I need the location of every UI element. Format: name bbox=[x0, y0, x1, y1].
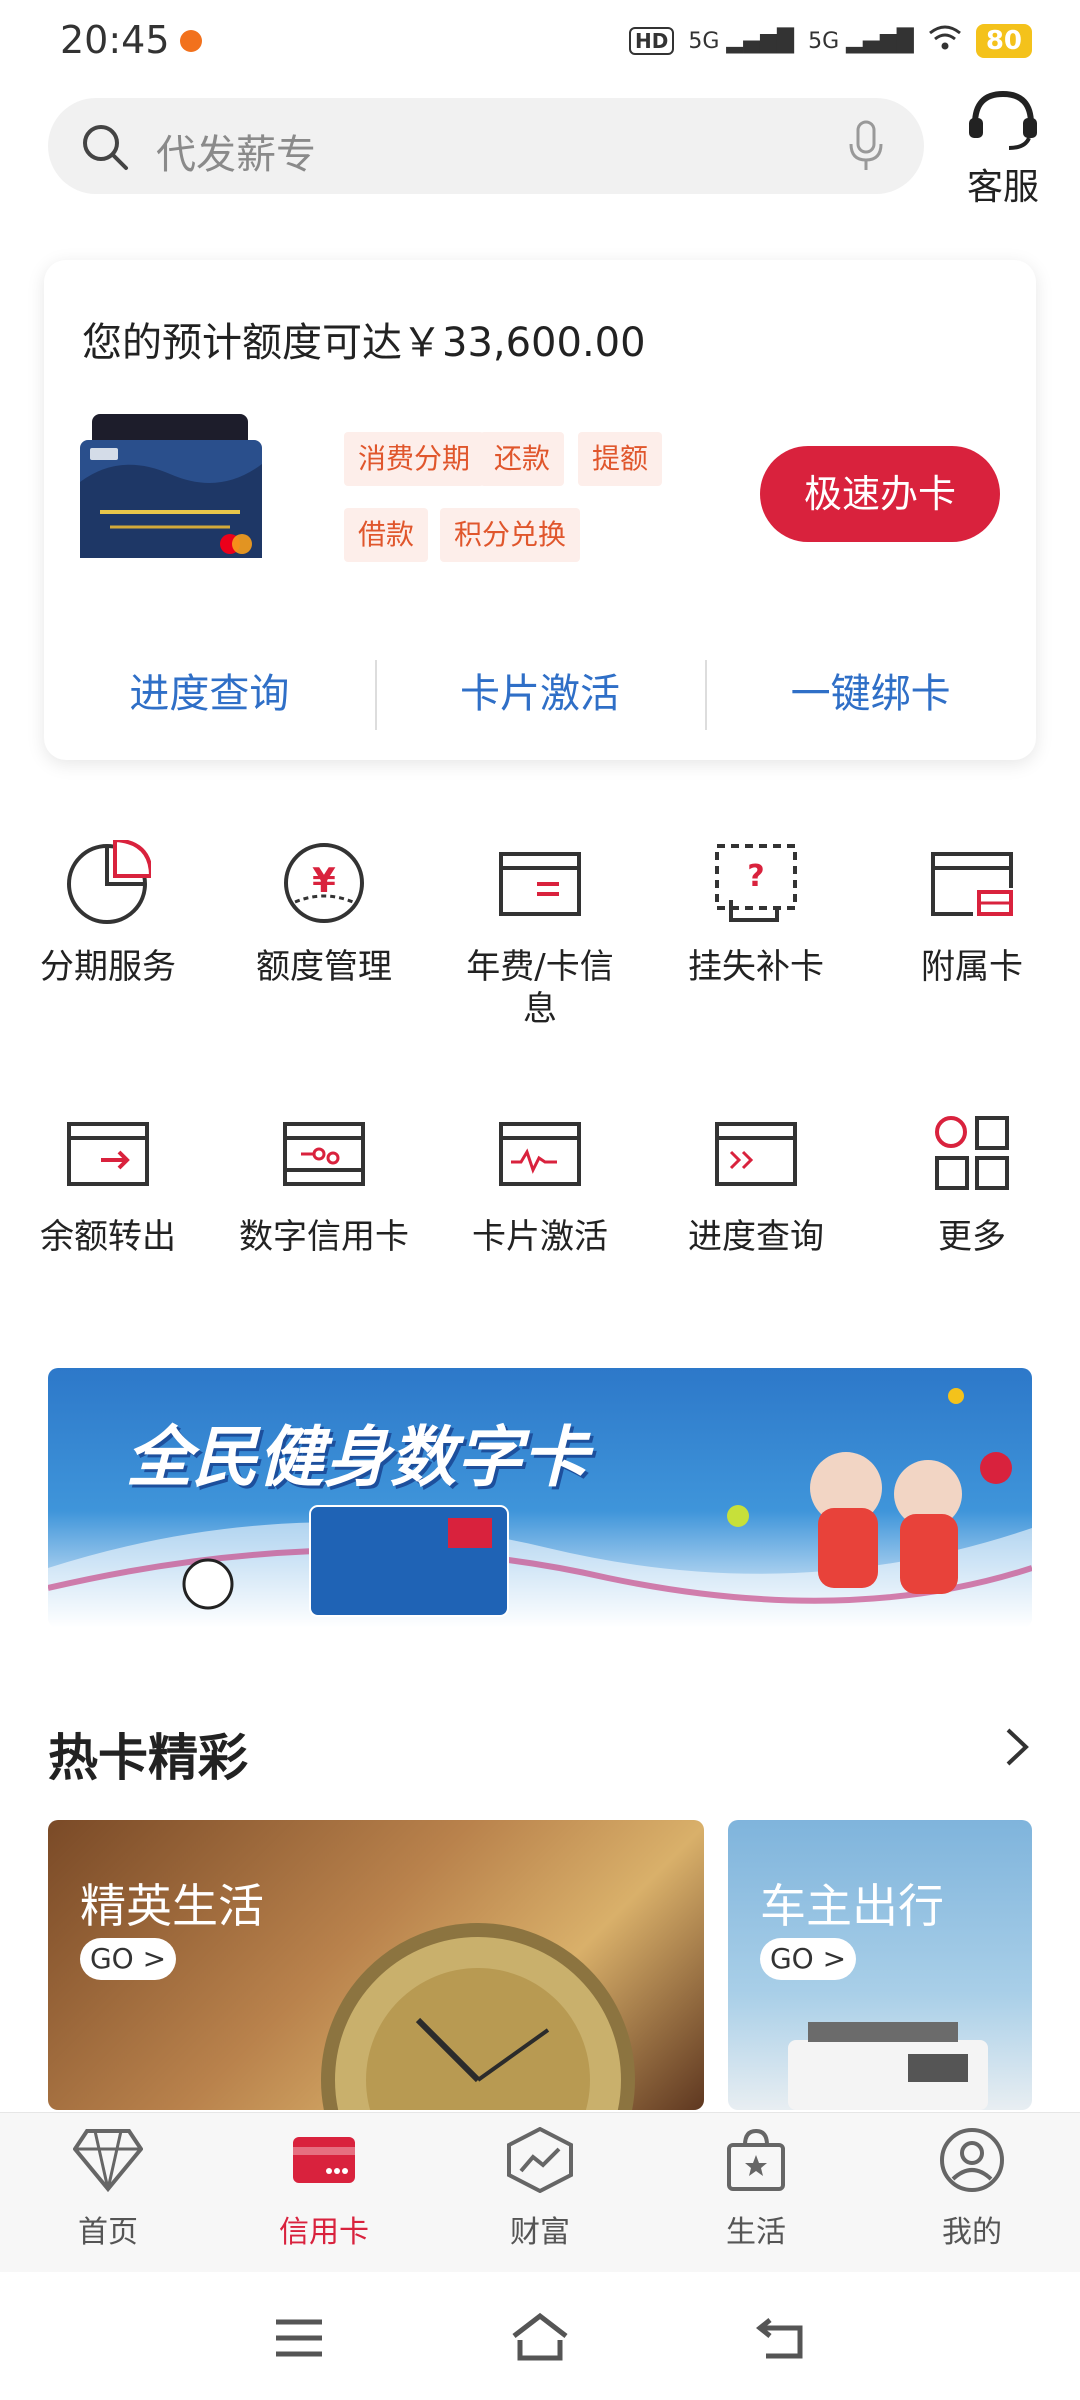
service-limit-management[interactable]: ¥ 额度管理 bbox=[216, 840, 432, 988]
nav-label: 我的 bbox=[942, 2215, 1002, 2250]
watch-image bbox=[321, 1923, 635, 2110]
section-title: 热卡精彩 bbox=[48, 1729, 248, 1787]
user-icon bbox=[940, 2128, 1004, 2192]
nav-mine[interactable]: 我的 bbox=[864, 2127, 1080, 2251]
tag-installment[interactable]: 消费分期 bbox=[344, 432, 485, 486]
signal-2-icon: 5G ▂▄▆█ bbox=[808, 28, 914, 54]
lost-card-icon: ? bbox=[715, 844, 797, 922]
service-label: 分期服务 bbox=[40, 947, 176, 987]
nav-life[interactable]: 生活 bbox=[648, 2127, 864, 2251]
link-card-activation[interactable]: 卡片激活 bbox=[374, 654, 706, 734]
back-icon[interactable] bbox=[756, 2312, 806, 2362]
hot-card-car-owner[interactable]: 车主出行 GO > bbox=[728, 1820, 1032, 2110]
status-time: 20:45 bbox=[60, 18, 170, 62]
digital-card-icon bbox=[283, 1122, 365, 1186]
home-icon[interactable] bbox=[510, 2312, 570, 2362]
service-card-activation[interactable]: 卡片激活 bbox=[432, 1110, 648, 1258]
system-nav-bar bbox=[0, 2272, 1080, 2400]
service-label: 年费/卡信息 bbox=[466, 947, 614, 1029]
nav-label: 生活 bbox=[726, 2215, 786, 2250]
hd-icon: HD bbox=[629, 27, 675, 55]
wifi-icon bbox=[928, 24, 962, 58]
service-label: 额度管理 bbox=[256, 947, 392, 987]
search-icon bbox=[83, 125, 128, 170]
service-label: 数字信用卡 bbox=[239, 1217, 409, 1257]
menu-icon[interactable] bbox=[274, 2318, 324, 2358]
service-label: 进度查询 bbox=[688, 1217, 824, 1257]
card-info-icon bbox=[499, 852, 581, 916]
search-bar[interactable]: 代发薪专 bbox=[48, 98, 924, 194]
nav-credit-card[interactable]: 信用卡 bbox=[216, 2127, 432, 2251]
credit-limit-headline: 您的预计额度可达￥33,600.00 bbox=[82, 320, 646, 366]
credit-card-icon bbox=[293, 2137, 355, 2183]
more-grid-icon bbox=[935, 1116, 1009, 1190]
bottom-nav: 首页 信用卡 财富 生活 我的 bbox=[0, 2112, 1080, 2272]
battery-icon: 80 bbox=[975, 24, 1032, 58]
search-placeholder[interactable]: 代发薪专 bbox=[156, 122, 316, 180]
service-balance-transfer[interactable]: 余额转出 bbox=[0, 1110, 216, 1258]
pie-chart-icon bbox=[67, 840, 151, 924]
chevron-right-icon[interactable] bbox=[1002, 1724, 1032, 1770]
service-annual-fee[interactable]: 年费/卡信息 bbox=[432, 840, 648, 1030]
balance-transfer-icon bbox=[67, 1122, 149, 1186]
service-label: 更多 bbox=[938, 1217, 1006, 1257]
tag-repayment[interactable]: 还款 bbox=[480, 432, 565, 486]
nav-wealth[interactable]: 财富 bbox=[432, 2127, 648, 2251]
diamond-icon bbox=[73, 2129, 143, 2193]
service-installment[interactable]: 分期服务 bbox=[0, 840, 216, 988]
service-progress-query[interactable]: 进度查询 bbox=[648, 1110, 864, 1258]
service-label: 卡片激活 bbox=[472, 1217, 608, 1257]
card-stack-image bbox=[80, 412, 262, 562]
go-button[interactable]: GO > bbox=[760, 1938, 856, 1980]
customer-service-label: 客服 bbox=[966, 167, 1039, 208]
nav-label: 首页 bbox=[78, 2215, 138, 2250]
svg-text:?: ? bbox=[747, 859, 764, 894]
notification-dot bbox=[180, 30, 202, 52]
vehicle-image bbox=[788, 2022, 988, 2110]
card-quick-links: 进度查询 卡片激活 一键绑卡 bbox=[44, 654, 1036, 734]
nav-home[interactable]: 首页 bbox=[0, 2127, 216, 2251]
service-lost-card[interactable]: ? 挂失补卡 bbox=[648, 840, 864, 988]
progress-card-icon bbox=[715, 1122, 797, 1186]
card-activate-icon bbox=[499, 1122, 581, 1186]
hot-card-title: 车主出行 bbox=[760, 1879, 944, 1933]
hot-card-elite-life[interactable]: 精英生活 GO > bbox=[48, 1820, 704, 2110]
signal-1-icon: 5G ▂▄▆█ bbox=[688, 28, 795, 54]
nav-label: 财富 bbox=[510, 2215, 570, 2250]
tag-raise-limit[interactable]: 提额 bbox=[578, 432, 663, 486]
headset-icon bbox=[969, 90, 1037, 150]
service-grid: 分期服务 ¥ 额度管理 年费/卡信息 ? 挂失补卡 附属卡 余额转出 数字信用卡… bbox=[0, 840, 1080, 1310]
service-label: 挂失补卡 bbox=[688, 947, 824, 987]
supplementary-card-icon bbox=[931, 852, 1013, 916]
promo-banner[interactable]: 全民健身数字卡 bbox=[48, 1368, 1032, 1628]
service-label: 余额转出 bbox=[40, 1217, 176, 1257]
hot-card-title: 精英生活 bbox=[80, 1879, 264, 1933]
apply-card-button[interactable]: 极速办卡 bbox=[760, 446, 1000, 542]
link-progress-query[interactable]: 进度查询 bbox=[44, 654, 375, 734]
wealth-chart-icon bbox=[507, 2127, 573, 2193]
microphone-icon[interactable] bbox=[848, 120, 884, 174]
go-button[interactable]: GO > bbox=[80, 1938, 176, 1980]
service-digital-card[interactable]: 数字信用卡 bbox=[216, 1110, 432, 1258]
credit-card-panel: 您的预计额度可达￥33,600.00 消费分期 还款 提额 借款 积分兑换 极速… bbox=[44, 260, 1036, 760]
service-more[interactable]: 更多 bbox=[864, 1110, 1080, 1258]
service-supplementary-card[interactable]: 附属卡 bbox=[864, 840, 1080, 988]
link-bind-card[interactable]: 一键绑卡 bbox=[705, 654, 1036, 734]
service-label: 附属卡 bbox=[921, 947, 1023, 987]
nav-label: 信用卡 bbox=[279, 2215, 369, 2250]
yen-gauge-icon: ¥ bbox=[284, 843, 364, 923]
banner-title: 全民健身数字卡 bbox=[126, 1419, 588, 1496]
customer-service-button[interactable]: 客服 bbox=[956, 88, 1050, 210]
status-bar: 20:45 HD 5G ▂▄▆█ 5G ▂▄▆█ 80 bbox=[0, 0, 1080, 86]
tag-loan[interactable]: 借款 bbox=[344, 508, 429, 562]
shopping-bag-icon bbox=[727, 2128, 785, 2191]
status-icons: HD 5G ▂▄▆█ 5G ▂▄▆█ 80 bbox=[629, 24, 1032, 58]
tag-points-exchange[interactable]: 积分兑换 bbox=[440, 508, 581, 562]
